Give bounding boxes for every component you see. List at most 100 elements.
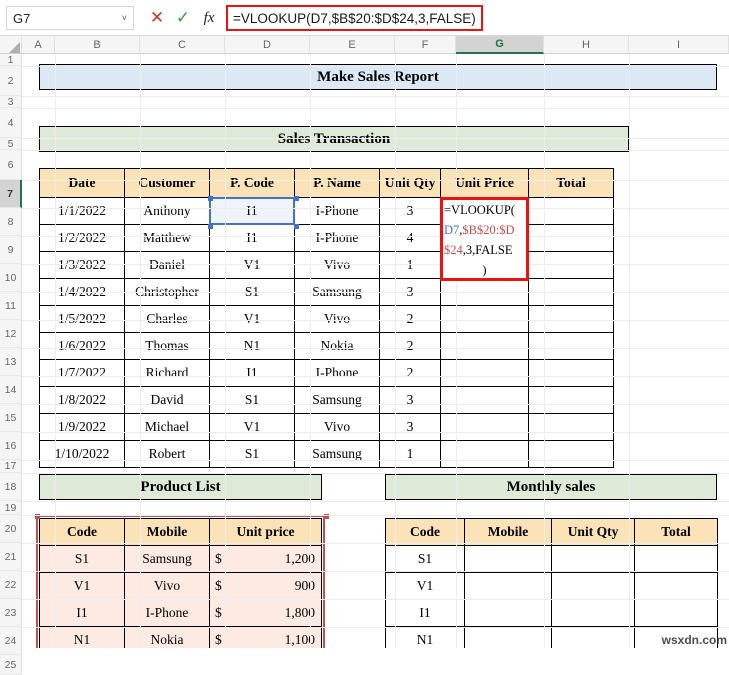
row-header-22[interactable]: 22: [0, 571, 22, 599]
row-header-7[interactable]: 7: [0, 180, 22, 208]
monthly-cell[interactable]: [634, 599, 718, 627]
sales-cell[interactable]: I-Phone: [294, 224, 380, 252]
sales-cell[interactable]: [528, 359, 614, 387]
sales-cell[interactable]: 1/7/2022: [39, 359, 125, 387]
column-header-b[interactable]: B: [55, 36, 140, 54]
sales-cell[interactable]: 2: [379, 332, 441, 360]
sales-cell[interactable]: 1/2/2022: [39, 224, 125, 252]
sales-cell[interactable]: 3: [379, 413, 441, 441]
sales-cell[interactable]: [440, 413, 529, 441]
sales-cell[interactable]: Charles: [124, 305, 210, 333]
cancel-icon[interactable]: ✕: [144, 5, 170, 31]
sheet-canvas[interactable]: Make Sales Report Sales Transaction Prod…: [22, 54, 729, 648]
sales-cell[interactable]: [440, 332, 529, 360]
row-header-5[interactable]: 5: [0, 138, 22, 150]
sales-cell[interactable]: I1: [209, 224, 295, 252]
sales-cell[interactable]: [528, 197, 614, 225]
sales-cell[interactable]: 1: [379, 251, 441, 279]
sales-cell[interactable]: V1: [209, 251, 295, 279]
insert-function-icon[interactable]: fx: [196, 5, 222, 31]
row-header-12[interactable]: 12: [0, 320, 22, 348]
sales-cell[interactable]: Daniel: [124, 251, 210, 279]
sales-cell[interactable]: S1: [209, 386, 295, 414]
sales-cell[interactable]: Vivo: [294, 305, 380, 333]
row-header-4[interactable]: 4: [0, 108, 22, 138]
sales-cell[interactable]: Anthony: [124, 197, 210, 225]
row-header-19[interactable]: 19: [0, 501, 22, 515]
product-cell[interactable]: N1: [39, 626, 125, 648]
sales-cell[interactable]: [528, 440, 614, 468]
sales-cell[interactable]: 1: [379, 440, 441, 468]
row-header-10[interactable]: 10: [0, 264, 22, 292]
product-cell[interactable]: Nokia: [124, 626, 210, 648]
monthly-cell[interactable]: [464, 545, 552, 573]
monthly-cell[interactable]: [464, 572, 552, 600]
sales-cell[interactable]: 3: [379, 386, 441, 414]
row-header-21[interactable]: 21: [0, 543, 22, 571]
monthly-cell[interactable]: [551, 626, 635, 648]
monthly-cell[interactable]: I1: [385, 599, 465, 627]
sales-cell[interactable]: 1/8/2022: [39, 386, 125, 414]
sales-cell[interactable]: I-Phone: [294, 197, 380, 225]
sales-cell[interactable]: [528, 251, 614, 279]
enter-icon[interactable]: ✓: [170, 5, 196, 31]
sales-cell[interactable]: [528, 305, 614, 333]
sales-cell[interactable]: Samsung: [294, 386, 380, 414]
monthly-cell[interactable]: [551, 545, 635, 573]
monthly-cell[interactable]: [551, 599, 635, 627]
row-header-6[interactable]: 6: [0, 150, 22, 180]
product-cell[interactable]: V1: [39, 572, 125, 600]
column-header-i[interactable]: I: [629, 36, 729, 54]
row-header-13[interactable]: 13: [0, 348, 22, 376]
sales-cell[interactable]: 1/5/2022: [39, 305, 125, 333]
product-cell[interactable]: Vivo: [124, 572, 210, 600]
sales-cell[interactable]: 2: [379, 359, 441, 387]
sales-cell[interactable]: 1/3/2022: [39, 251, 125, 279]
monthly-cell[interactable]: [464, 626, 552, 648]
sales-cell[interactable]: [528, 332, 614, 360]
monthly-cell[interactable]: V1: [385, 572, 465, 600]
row-header-25[interactable]: 25: [0, 655, 22, 675]
sales-cell[interactable]: I1: [209, 197, 295, 225]
monthly-cell[interactable]: S1: [385, 545, 465, 573]
product-cell[interactable]: Samsung: [124, 545, 210, 573]
sales-cell[interactable]: Thomas: [124, 332, 210, 360]
sales-cell[interactable]: [440, 386, 529, 414]
column-header-a[interactable]: A: [22, 36, 55, 54]
sales-cell[interactable]: N1: [209, 332, 295, 360]
sales-cell[interactable]: 1/1/2022: [39, 197, 125, 225]
monthly-cell[interactable]: [634, 545, 718, 573]
sales-cell[interactable]: [528, 386, 614, 414]
row-header-16[interactable]: 16: [0, 432, 22, 460]
chevron-down-icon[interactable]: ˅: [122, 13, 127, 23]
column-header-h[interactable]: H: [544, 36, 629, 54]
column-header-c[interactable]: C: [140, 36, 225, 54]
row-header-17[interactable]: 17: [0, 460, 22, 473]
formula-input[interactable]: =VLOOKUP(D7,$B$20:$D$24,3,FALSE): [226, 5, 483, 31]
editing-cell-g7[interactable]: =VLOOKUP(D7,$B$20:$D $24,3,FALSE): [440, 197, 529, 281]
sales-cell[interactable]: Nokia: [294, 332, 380, 360]
row-header-20[interactable]: 20: [0, 515, 22, 543]
row-header-8[interactable]: 8: [0, 208, 22, 236]
row-header-15[interactable]: 15: [0, 404, 22, 432]
sales-cell[interactable]: Vivo: [294, 413, 380, 441]
sales-cell[interactable]: 1/6/2022: [39, 332, 125, 360]
column-header-f[interactable]: F: [395, 36, 456, 54]
row-header-9[interactable]: 9: [0, 236, 22, 264]
monthly-cell[interactable]: [634, 572, 718, 600]
sales-cell[interactable]: Samsung: [294, 440, 380, 468]
sales-cell[interactable]: David: [124, 386, 210, 414]
row-header-18[interactable]: 18: [0, 473, 22, 501]
row-header-14[interactable]: 14: [0, 376, 22, 404]
sales-cell[interactable]: Matthew: [124, 224, 210, 252]
column-header-d[interactable]: D: [225, 36, 310, 54]
product-cell[interactable]: I1: [39, 599, 125, 627]
sales-cell[interactable]: S1: [209, 440, 295, 468]
row-header-1[interactable]: 1: [0, 54, 22, 66]
sales-cell[interactable]: [440, 440, 529, 468]
sales-cell[interactable]: Robert: [124, 440, 210, 468]
sales-cell[interactable]: 1/9/2022: [39, 413, 125, 441]
sales-cell[interactable]: [528, 224, 614, 252]
sales-cell[interactable]: V1: [209, 413, 295, 441]
sales-cell[interactable]: I-Phone: [294, 359, 380, 387]
